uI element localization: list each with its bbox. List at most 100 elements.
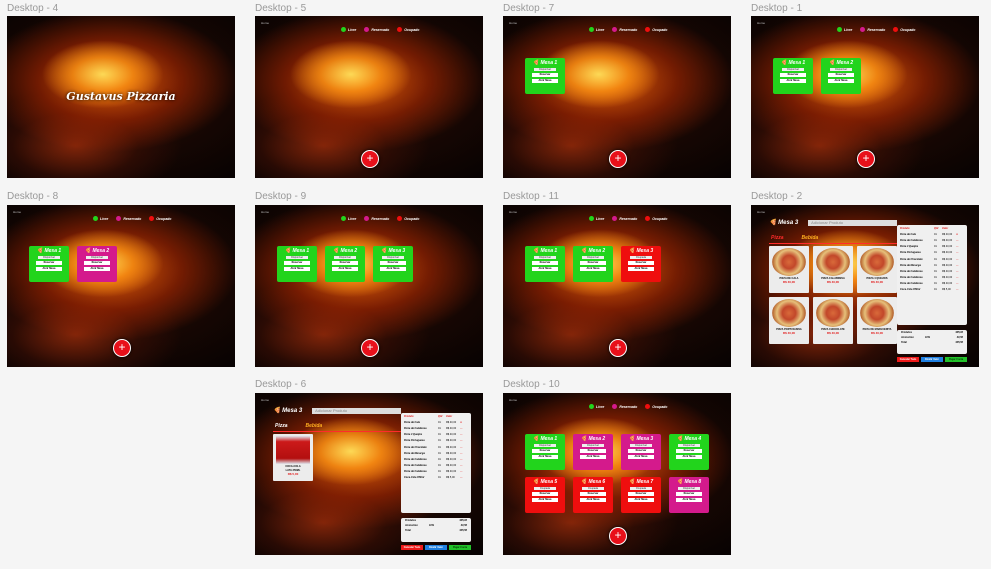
frame-desktop-2[interactable]: Home 🍕 Mesa 3 Adicionar Produto Pizza Be… [751,205,979,367]
tab-bebida[interactable]: Bebida [802,235,819,241]
mesa-card[interactable]: 🍕 Mesa 2 Disponível Reservar Abrir Mesa [573,246,613,282]
reservar-button[interactable]: Reservar [780,73,806,77]
abrir-mesa-button[interactable]: Abrir Mesa [676,455,702,459]
cancel-button[interactable]: Cancelar Todo [897,357,919,362]
abrir-mesa-button[interactable]: Abrir Mesa [580,498,606,502]
frame-desktop-7[interactable]: Home Livre Reservado Ocupado 🍕 Mesa 1 Di… [503,16,731,178]
frame-desktop-6[interactable]: Home 🍕 Mesa 3 Adicionar Produto Pizza Be… [255,393,483,555]
abrir-mesa-button[interactable]: Abrir Mesa [284,267,310,271]
tab-bebida[interactable]: Bebida [306,423,323,429]
reservar-button[interactable]: Reservar [532,449,558,453]
reservar-button[interactable]: Reservar [532,492,558,496]
reservar-button[interactable]: Reservar [676,492,702,496]
remove-icon[interactable]: — [956,282,962,285]
frame-desktop-8[interactable]: Home Livre Reservado Ocupado 🍕 Mesa 1 Di… [7,205,235,367]
reservar-button[interactable]: Reservar [580,492,606,496]
frame-desktop-9[interactable]: Home Livre Reservado Ocupado 🍕 Mesa 1 Di… [255,205,483,367]
mesa-card[interactable]: 🍕 Mesa 1 Disponível Reservar Abrir Mesa [773,58,813,94]
frame-desktop-1[interactable]: Home Livre Reservado Ocupado 🍕 Mesa 1 Di… [751,16,979,178]
abrir-mesa-button[interactable]: Abrir Mesa [628,498,654,502]
abrir-mesa-button[interactable]: Abrir Mesa [628,455,654,459]
abrir-mesa-button[interactable]: Abrir Mesa [676,498,702,502]
abrir-mesa-button[interactable]: Abrir Mesa [628,267,654,271]
mesa-card[interactable]: 🍕 Mesa 8 Disponível Reservar Abrir Mesa [669,477,709,513]
add-table-button[interactable]: + [609,527,627,545]
remove-icon[interactable]: — [956,251,962,254]
remove-icon[interactable]: — [956,258,962,261]
reservar-button[interactable]: Reservar [532,73,558,77]
add-table-button[interactable]: + [113,339,131,357]
product-card[interactable]: PIZZA CHOCOLATE R$ 40,00 [813,297,853,344]
abrir-mesa-button[interactable]: Abrir Mesa [380,267,406,271]
reservar-button[interactable]: Reservar [628,449,654,453]
abrir-mesa-button[interactable]: Abrir Mesa [780,79,806,83]
remove-icon[interactable]: — [956,270,962,273]
split-button[interactable]: Dividir Valor [921,357,943,362]
remove-icon[interactable]: — [460,427,466,430]
remove-icon[interactable]: ⊗ [460,421,466,424]
remove-icon[interactable]: — [460,446,466,449]
frame-desktop-11[interactable]: Home Livre Reservado Ocupado 🍕 Mesa 1 Di… [503,205,731,367]
mesa-card[interactable]: 🍕 Mesa 6 Ocupada Reservar Abrir Mesa [573,477,613,513]
remove-icon[interactable]: — [460,464,466,467]
remove-icon[interactable]: — [956,245,962,248]
remove-icon[interactable]: — [460,476,466,479]
abrir-mesa-button[interactable]: Abrir Mesa [36,267,62,271]
product-card[interactable]: PIZZA 4 QUEIJOS R$ 40,00 [857,246,897,293]
abrir-mesa-button[interactable]: Abrir Mesa [332,267,358,271]
remove-icon[interactable]: — [956,264,962,267]
frame-desktop-4[interactable]: Gustavus Pizzaria [7,16,235,178]
mesa-card[interactable]: 🍕 Mesa 2 Disponível Reservar Abrir Mesa [573,434,613,470]
remove-icon[interactable]: — [956,288,962,291]
abrir-mesa-button[interactable]: Abrir Mesa [828,79,854,83]
product-card[interactable]: PIZZA DE CALA R$ 40,00 [769,246,809,293]
add-table-button[interactable]: + [857,150,875,168]
mesa-card[interactable]: 🍕 Mesa 3 Disponível Reservar Abrir Mesa [373,246,413,282]
product-card[interactable]: COCA-COLA LATA 350ML R$ 5,00 [273,434,313,481]
mesa-card[interactable]: 🍕 Mesa 1 Disponível Reservar Abrir Mesa [525,58,565,94]
abrir-mesa-button[interactable]: Abrir Mesa [532,79,558,83]
mesa-card[interactable]: 🍕 Mesa 1 Disponível Reservar Abrir Mesa [277,246,317,282]
mesa-card[interactable]: 🍕 Mesa 3 Ocupada Reservar Abrir Mesa [621,246,661,282]
frame-desktop-10[interactable]: Home Livre Reservado Ocupado 🍕 Mesa 1 Di… [503,393,731,555]
mesa-card[interactable]: 🍕 Mesa 5 Ocupada Reservar Abrir Mesa [525,477,565,513]
add-table-button[interactable]: + [361,150,379,168]
add-table-button[interactable]: + [361,339,379,357]
abrir-mesa-button[interactable]: Abrir Mesa [84,267,110,271]
abrir-mesa-button[interactable]: Abrir Mesa [580,267,606,271]
reservar-button[interactable]: Reservar [628,492,654,496]
mesa-card[interactable]: 🍕 Mesa 2 Disponível Reservar Abrir Mesa [821,58,861,94]
tab-pizza[interactable]: Pizza [771,235,784,241]
mesa-card[interactable]: 🍕 Mesa 4 Disponível Reservar Abrir Mesa [669,434,709,470]
remove-icon[interactable]: — [460,439,466,442]
reservar-button[interactable]: Reservar [580,449,606,453]
pay-button[interactable]: Pagar Conta [449,545,471,550]
cancel-button[interactable]: Cancelar Todo [401,545,423,550]
add-table-button[interactable]: + [609,150,627,168]
mesa-card[interactable]: 🍕 Mesa 7 Ocupada Reservar Abrir Mesa [621,477,661,513]
remove-icon[interactable]: ⊗ [956,233,962,236]
mesa-card[interactable]: 🍕 Mesa 3 Disponível Reservar Abrir Mesa [621,434,661,470]
mesa-card[interactable]: 🍕 Mesa 1 Disponível Reservar Abrir Mesa [525,434,565,470]
reservar-button[interactable]: Reservar [628,261,654,265]
remove-icon[interactable]: — [460,458,466,461]
reservar-button[interactable]: Reservar [284,261,310,265]
reservar-button[interactable]: Reservar [380,261,406,265]
reservar-button[interactable]: Reservar [532,261,558,265]
reservar-button[interactable]: Reservar [580,261,606,265]
product-card[interactable]: PIZZA DE MARGUERITA R$ 40,00 [857,297,897,344]
reservar-button[interactable]: Reservar [84,261,110,265]
add-table-button[interactable]: + [609,339,627,357]
add-product-input[interactable]: Adicionar Produto [808,219,898,226]
mesa-card[interactable]: 🍕 Mesa 2 Disponível Reservar Abrir Mesa [325,246,365,282]
remove-icon[interactable]: — [956,276,962,279]
reservar-button[interactable]: Reservar [332,261,358,265]
frame-desktop-5[interactable]: Home Livre Reservado Ocupado + [255,16,483,178]
product-card[interactable]: PIZZA CALABRESA R$ 40,00 [813,246,853,293]
mesa-card[interactable]: 🍕 Mesa 1 Disponível Reservar Abrir Mesa [525,246,565,282]
remove-icon[interactable]: — [956,239,962,242]
remove-icon[interactable]: — [460,433,466,436]
abrir-mesa-button[interactable]: Abrir Mesa [580,455,606,459]
remove-icon[interactable]: — [460,470,466,473]
reservar-button[interactable]: Reservar [676,449,702,453]
